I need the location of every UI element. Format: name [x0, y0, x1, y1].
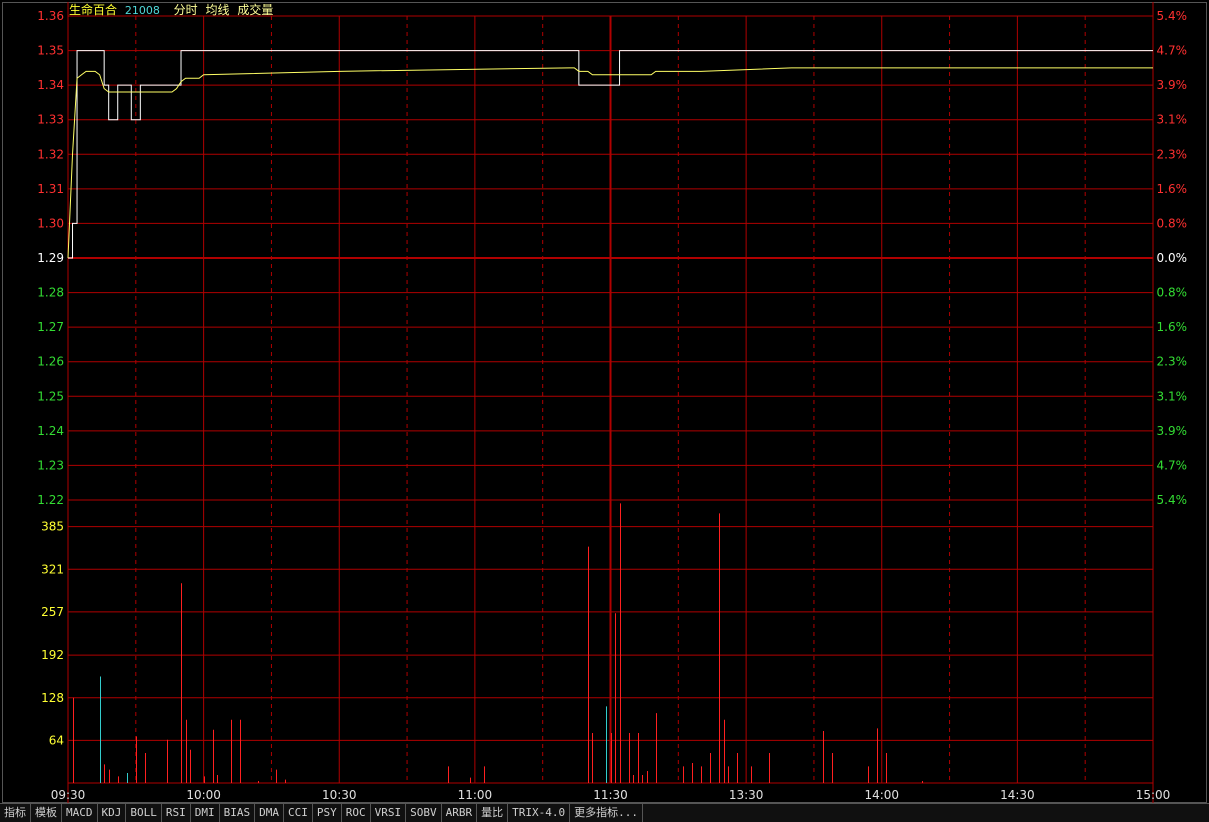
price-tick-label: 1.26 — [37, 355, 64, 369]
price-tick-label: 1.27 — [37, 320, 64, 334]
pct-tick-label: 5.4% — [1157, 9, 1188, 23]
price-tick-label: 1.25 — [37, 389, 64, 403]
chart-frame — [2, 2, 1207, 803]
indicator-label-avg: 均线 — [205, 3, 230, 17]
price-tick-label: 1.36 — [37, 9, 64, 23]
time-tick-label: 11:00 — [458, 788, 493, 802]
volume-tick-label: 321 — [41, 562, 64, 576]
pct-tick-label: 5.4% — [1157, 493, 1188, 507]
chart-header: 生命百合 21008 分时 均线 成交量 — [69, 1, 277, 18]
volume-tick-label: 192 — [41, 648, 64, 662]
price-tick-label: 1.30 — [37, 216, 64, 230]
indicator-tab[interactable]: MACD — [62, 804, 98, 822]
price-tick-label: 1.35 — [37, 44, 64, 58]
pct-tick-label: 3.1% — [1157, 113, 1188, 127]
indicator-tab[interactable]: 量比 — [477, 804, 509, 822]
time-tick-label: 10:30 — [322, 788, 357, 802]
volume-tick-label: 64 — [49, 733, 64, 747]
indicator-tab[interactable]: 更多指标... — [570, 804, 643, 822]
volume-tick-label: 385 — [41, 520, 64, 534]
indicator-tab[interactable]: TRIX-4.0 — [508, 804, 571, 822]
pct-tick-label: 0.8% — [1157, 286, 1188, 300]
price-tick-label: 1.22 — [37, 493, 64, 507]
price-tick-label: 1.31 — [37, 182, 64, 196]
pct-tick-label: 3.9% — [1157, 424, 1188, 438]
price-tick-label: 1.34 — [37, 78, 64, 92]
indicator-tab[interactable]: BOLL — [126, 804, 162, 822]
price-tick-label: 1.29 — [37, 251, 64, 265]
indicator-tab[interactable]: VRSI — [371, 804, 407, 822]
indicator-tab[interactable]: DMI — [191, 804, 220, 822]
price-tick-label: 1.28 — [37, 286, 64, 300]
indicator-label-volume: 成交量 — [237, 3, 274, 17]
indicator-tab[interactable]: CCI — [284, 804, 313, 822]
intraday-chart[interactable]: 1.36 5.4% 1.35 4.7% 1.34 3.9% 1.33 3.1% 1.32 2.3%… — [0, 0, 1209, 821]
indicator-tab[interactable]: BIAS — [220, 804, 256, 822]
indicator-tab[interactable]: ROC — [342, 804, 371, 822]
time-tick-label: 14:30 — [1000, 788, 1035, 802]
time-tick-label: 15:00 — [1136, 788, 1171, 802]
pct-tick-label: 0.8% — [1157, 216, 1188, 230]
indicator-tab[interactable]: 指标 — [0, 804, 31, 822]
price-tick-label: 1.23 — [37, 458, 64, 472]
pct-tick-label: 0.0% — [1157, 251, 1188, 265]
pct-tick-label: 2.3% — [1157, 147, 1188, 161]
indicator-tab-bar: 指标 模板 MACD KDJ BOLL RSI DMI BIAS DMA CCI PSY ROC VRS… — [0, 803, 1209, 822]
pct-tick-label: 4.7% — [1157, 44, 1188, 58]
indicator-tab[interactable]: SOBV — [406, 804, 442, 822]
pct-tick-label: 4.7% — [1157, 458, 1188, 472]
time-tick-label: 09:30 — [51, 788, 86, 802]
indicator-tab[interactable]: ARBR — [442, 804, 478, 822]
pct-tick-label: 1.6% — [1157, 182, 1188, 196]
time-tick-label: 10:00 — [186, 788, 221, 802]
pct-tick-label: 2.3% — [1157, 355, 1188, 369]
indicator-tab[interactable]: RSI — [162, 804, 191, 822]
indicator-tab[interactable]: DMA — [255, 804, 284, 822]
stock-name: 生命百合 — [69, 3, 118, 17]
price-tick-label: 1.33 — [37, 113, 64, 127]
pct-tick-label: 1.6% — [1157, 320, 1188, 334]
pct-tick-label: 3.9% — [1157, 78, 1188, 92]
time-tick-label: 14:00 — [864, 788, 899, 802]
volume-tick-label: 257 — [41, 605, 64, 619]
indicator-tab[interactable]: PSY — [313, 804, 342, 822]
indicator-label-time: 分时 — [173, 3, 198, 17]
stock-code: 21008 — [124, 4, 160, 17]
indicator-tab[interactable]: KDJ — [98, 804, 127, 822]
time-tick-label: 11:30 — [593, 788, 628, 802]
volume-tick-label: 128 — [41, 691, 64, 705]
price-tick-label: 1.32 — [37, 147, 64, 161]
price-tick-label: 1.24 — [37, 424, 64, 438]
pct-tick-label: 3.1% — [1157, 389, 1188, 403]
time-tick-label: 13:30 — [729, 788, 764, 802]
indicator-tab[interactable]: 模板 — [31, 804, 62, 822]
